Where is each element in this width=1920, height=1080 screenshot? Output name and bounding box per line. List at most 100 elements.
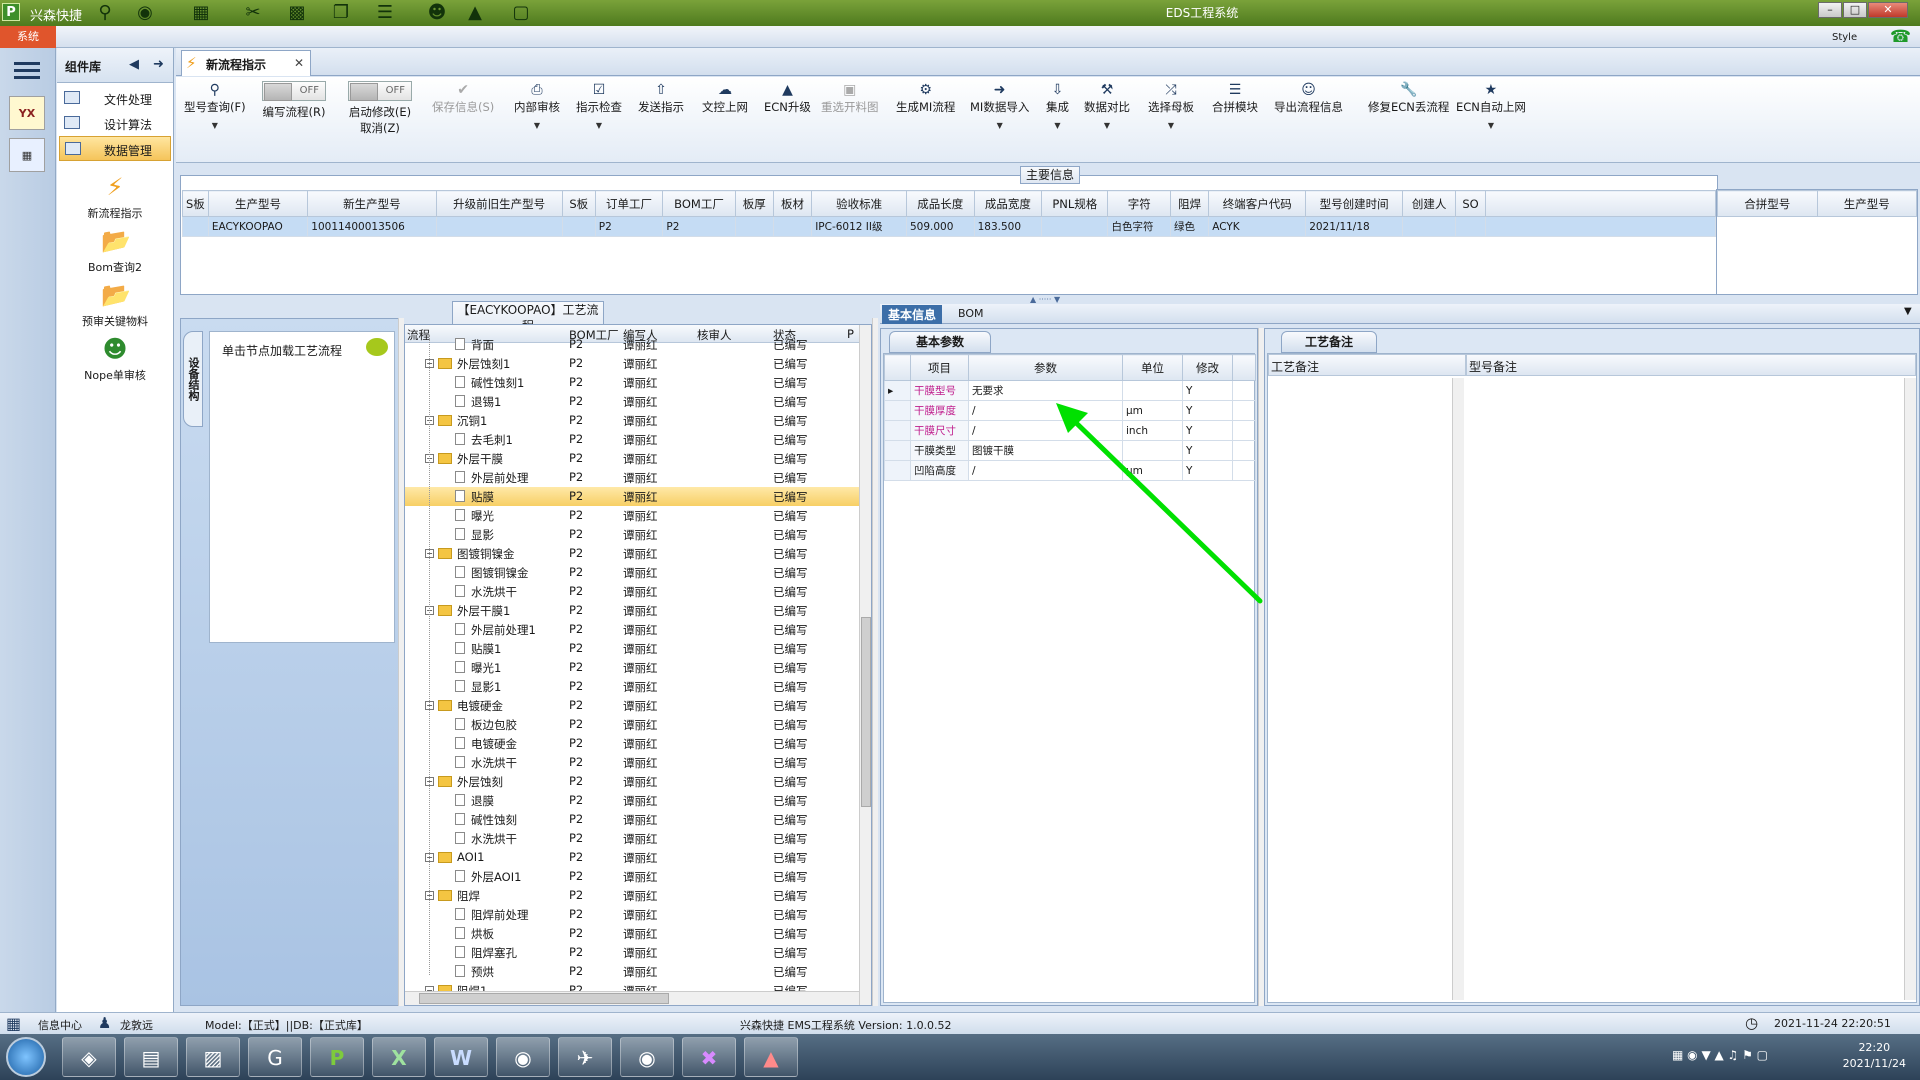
generate-mi-flow-button[interactable]: ⚙ 生成MI流程	[896, 81, 955, 115]
table-cell[interactable]	[1402, 216, 1457, 237]
splitter-handle[interactable]: ▲ ····· ▼	[1030, 295, 1060, 304]
tree-row[interactable]: − 外层干膜1 P2 谭丽红 已编写	[405, 601, 863, 620]
tree-row[interactable]: − 外层干膜 P2 谭丽红 已编写	[405, 449, 863, 468]
doc-online-button[interactable]: ☁ 文控上网	[702, 81, 748, 115]
tree-row[interactable]: 烘板 P2 谭丽红 已编写	[405, 924, 863, 943]
tree-row[interactable]: − 沉铜1 P2 谭丽红 已编写	[405, 411, 863, 430]
tree-row[interactable]: 外层前处理1 P2 谭丽红 已编写	[405, 620, 863, 639]
start-button[interactable]	[6, 1037, 46, 1077]
dropdown-arrow-icon[interactable]: ▼	[184, 121, 246, 130]
taskbar-app-save-icon[interactable]: ▨	[186, 1037, 240, 1077]
tree-row[interactable]: 贴膜1 P2 谭丽红 已编写	[405, 639, 863, 658]
send-instruction-button[interactable]: ⇧ 发送指示	[638, 81, 684, 115]
tree-row[interactable]: 阻焊塞孔 P2 谭丽红 已编写	[405, 943, 863, 962]
splitter-bar[interactable]	[872, 318, 878, 1006]
taskbar-app-chat-icon[interactable]: ✈	[558, 1037, 612, 1077]
column-header[interactable]: 参数	[968, 354, 1123, 381]
column-header[interactable]: BOM工厂	[662, 190, 736, 217]
column-header[interactable]: 验收标准	[811, 190, 907, 217]
phone-icon[interactable]: ☎	[1890, 27, 1911, 47]
taskbar-app-excel-icon[interactable]: X	[372, 1037, 426, 1077]
tree-row[interactable]: − 图镀铜镍金 P2 谭丽红 已编写	[405, 544, 863, 563]
param-cell-item[interactable]: 干膜类型	[910, 440, 969, 461]
tree-row[interactable]: 外层前处理 P2 谭丽红 已编写	[405, 468, 863, 487]
table-cell[interactable]	[772, 216, 813, 237]
param-cell-item[interactable]: 干膜尺寸	[910, 420, 969, 441]
tree-row[interactable]: − 外层蚀刻1 P2 谭丽红 已编写	[405, 354, 863, 373]
table-cell[interactable]: 10011400013506	[307, 216, 437, 237]
table-cell[interactable]	[734, 216, 774, 237]
windows-grid-icon[interactable]: ▦	[6, 1014, 21, 1033]
model-notes-textarea[interactable]	[1468, 378, 1900, 1000]
taskbar-app-pdf-icon[interactable]: ▲	[744, 1037, 798, 1077]
tree-row[interactable]: 水洗烘干 P2 谭丽红 已编写	[405, 753, 863, 772]
equipment-structure-tab[interactable]: 设备结构	[183, 331, 203, 427]
taskbar-app-eds-icon[interactable]: P	[310, 1037, 364, 1077]
column-header[interactable]: 成品长度	[905, 190, 975, 217]
save-info-button[interactable]: ✔ 保存信息(S)	[432, 81, 494, 115]
tree-row[interactable]: 贴膜 P2 谭丽红 已编写	[405, 487, 863, 506]
pin-icon[interactable]: ➜	[153, 57, 164, 72]
column-header[interactable]: 升级前旧生产型号	[435, 190, 563, 217]
tree-row[interactable]: 预烘 P2 谭丽红 已编写	[405, 962, 863, 981]
tree-vertical-scrollbar[interactable]	[859, 325, 871, 1005]
taskbar-app-x-icon[interactable]: ✖	[682, 1037, 736, 1077]
param-cell-item[interactable]: 凹陷高度	[910, 460, 969, 481]
integrate-button[interactable]: ⇩ 集成 ▼	[1046, 81, 1069, 130]
table-cell[interactable]: 白色字符	[1107, 216, 1171, 237]
column-header[interactable]: 新生产型号	[307, 190, 437, 217]
tree-row[interactable]: 碱性蚀刻1 P2 谭丽红 已编写	[405, 373, 863, 392]
table-cell[interactable]	[435, 216, 563, 237]
table-cell[interactable]: 183.500	[973, 216, 1043, 237]
table-cell[interactable]	[1455, 216, 1486, 237]
column-header[interactable]: 订单工厂	[594, 190, 664, 217]
table-cell[interactable]: P2	[662, 216, 736, 237]
column-header[interactable]: 板材	[772, 190, 813, 217]
column-header[interactable]: 创建人	[1402, 190, 1457, 217]
info-center-link[interactable]: 信息中心	[38, 1017, 82, 1033]
item-bom-query[interactable]: 📂 Bom查询2	[57, 227, 173, 275]
table-cell[interactable]	[1041, 216, 1109, 237]
hamburger-menu-icon[interactable]	[14, 58, 40, 80]
tree-row[interactable]: 退锡1 P2 谭丽红 已编写	[405, 392, 863, 411]
dropdown-arrow-icon[interactable]: ▼	[514, 121, 560, 130]
repair-ecn-button[interactable]: 🔧 修复ECN丢流程	[1368, 81, 1449, 115]
calculator-icon[interactable]: ▦	[9, 138, 45, 172]
tree-row[interactable]: − 电镀硬金 P2 谭丽红 已编写	[405, 696, 863, 715]
style-menu[interactable]: Style	[1832, 32, 1857, 43]
data-compare-button[interactable]: ⚒ 数据对比 ▼	[1084, 81, 1130, 130]
instruction-check-button[interactable]: ☑ 指示检查 ▼	[576, 81, 622, 130]
dropdown-arrow-icon[interactable]: ▼	[970, 121, 1029, 130]
taskbar-app-shell-icon[interactable]: ◈	[62, 1037, 116, 1077]
tree-row[interactable]: 电镀硬金 P2 谭丽红 已编写	[405, 734, 863, 753]
ecn-auto-online-button[interactable]: ★ ECN自动上网 ▼	[1456, 81, 1526, 130]
table-cell[interactable]	[182, 216, 209, 237]
toggle-switch[interactable]: OFF	[262, 81, 326, 101]
write-flow-toggle[interactable]: OFF 编写流程(R)	[262, 81, 326, 120]
column-header[interactable]: 型号创建时间	[1305, 190, 1404, 217]
notes-scrollbar[interactable]	[1904, 378, 1916, 1000]
close-button[interactable]: ✕	[1868, 2, 1908, 18]
tree-row[interactable]: 显影 P2 谭丽红 已编写	[405, 525, 863, 544]
column-header[interactable]: 生产型号	[1816, 190, 1917, 217]
collapse-left-icon[interactable]: ◀	[129, 57, 139, 72]
menu-data-management[interactable]: 数据管理	[59, 136, 171, 161]
table-cell[interactable]: ACYK	[1208, 216, 1307, 237]
table-cell[interactable]: IPC-6012 II级	[811, 216, 907, 237]
table-cell[interactable]: EACYKOOPAO	[207, 216, 309, 237]
maximize-button[interactable]: □	[1843, 2, 1867, 18]
dropdown-arrow-icon[interactable]: ▼	[1148, 121, 1194, 130]
taskbar-app-fish-icon[interactable]: ◉	[496, 1037, 550, 1077]
tree-row[interactable]: 水洗烘干 P2 谭丽红 已编写	[405, 829, 863, 848]
dropdown-arrow-icon[interactable]: ▼	[576, 121, 622, 130]
table-cell[interactable]: P2	[594, 216, 664, 237]
tree-row[interactable]: 曝光 P2 谭丽红 已编写	[405, 506, 863, 525]
dropdown-arrow-icon[interactable]: ▼	[1904, 306, 1912, 317]
tree-row[interactable]: − 阻焊 P2 谭丽红 已编写	[405, 886, 863, 905]
tree-row[interactable]: 外层AOI1 P2 谭丽红 已编写	[405, 867, 863, 886]
scrollbar-thumb[interactable]	[861, 617, 871, 807]
tab-process-notes[interactable]: 工艺备注	[1281, 331, 1377, 353]
internal-review-button[interactable]: ⎙ 内部审核 ▼	[514, 81, 560, 130]
yx-logo-icon[interactable]: YX	[9, 96, 45, 130]
column-header[interactable]: 合拼型号	[1717, 190, 1818, 217]
